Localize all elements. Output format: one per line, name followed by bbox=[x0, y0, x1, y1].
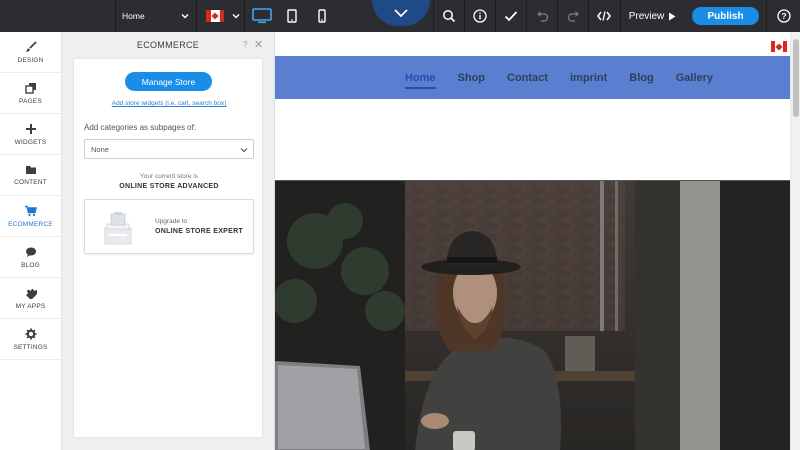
nav-item-label: CONTENT bbox=[14, 179, 47, 186]
redo-button[interactable] bbox=[558, 0, 588, 32]
mobile-view-button[interactable] bbox=[308, 0, 336, 32]
svg-text:?: ? bbox=[781, 11, 786, 21]
toolbar-logo-area bbox=[0, 0, 116, 32]
nav-item-content[interactable]: CONTENT bbox=[0, 155, 61, 196]
help-button[interactable]: ? bbox=[766, 0, 800, 32]
play-icon bbox=[669, 12, 676, 20]
nav-item-settings[interactable]: SETTINGS bbox=[0, 319, 61, 360]
collapse-toolbar-button[interactable] bbox=[372, 0, 430, 26]
page-selector-label: Home bbox=[122, 11, 145, 21]
top-toolbar: Home Preview Publish ? bbox=[0, 0, 800, 32]
nav-item-label: ECOMMERCE bbox=[8, 220, 53, 228]
info-button[interactable] bbox=[465, 0, 495, 32]
nav-item-pages[interactable]: PAGES bbox=[0, 73, 61, 114]
site-nav-contact[interactable]: Contact bbox=[507, 72, 548, 84]
redo-icon bbox=[567, 11, 579, 22]
chat-icon bbox=[25, 247, 36, 257]
site-navigation: Home Shop Contact imprint Blog Gallery bbox=[275, 56, 791, 99]
desktop-icon bbox=[252, 8, 272, 24]
folder-icon bbox=[25, 166, 36, 174]
canada-flag-icon[interactable] bbox=[771, 41, 787, 52]
code-icon bbox=[597, 11, 611, 21]
canada-flag-icon bbox=[206, 10, 224, 22]
code-button[interactable] bbox=[589, 0, 619, 32]
language-selector[interactable] bbox=[197, 0, 245, 32]
preview-button[interactable]: Preview bbox=[620, 0, 684, 32]
manage-store-button[interactable]: Manage Store bbox=[125, 72, 212, 91]
site-preview: Home Shop Contact imprint Blog Gallery bbox=[274, 32, 800, 450]
nav-item-label: DESIGN bbox=[17, 56, 44, 64]
upgrade-store-card[interactable]: Upgrade to ONLINE STORE EXPERT bbox=[84, 199, 254, 254]
plus-icon bbox=[25, 123, 36, 134]
gear-icon bbox=[25, 328, 36, 339]
tablet-icon bbox=[287, 9, 297, 23]
preview-scrollbar[interactable] bbox=[790, 32, 800, 450]
cart-icon bbox=[25, 205, 37, 216]
chevron-down-icon bbox=[181, 14, 189, 19]
search-button[interactable] bbox=[434, 0, 464, 32]
save-check-button[interactable] bbox=[496, 0, 526, 32]
page-selector[interactable]: Home bbox=[116, 0, 197, 32]
hero-image bbox=[275, 180, 791, 450]
ecommerce-panel: ECOMMERCE ? ✕ Manage Store Add store wid… bbox=[62, 32, 274, 450]
check-icon bbox=[504, 11, 518, 22]
nav-item-design[interactable]: DESIGN bbox=[0, 32, 61, 73]
store-illustration-icon bbox=[104, 212, 132, 245]
categories-select[interactable]: None bbox=[84, 139, 254, 159]
nav-item-label: BLOG bbox=[21, 261, 40, 269]
mobile-icon bbox=[318, 9, 326, 23]
preview-label: Preview bbox=[628, 10, 665, 22]
puzzle-icon bbox=[25, 288, 37, 299]
add-store-widgets-link[interactable]: Add store widgets (i.e. cart, search box… bbox=[74, 100, 264, 107]
panel-card: Manage Store Add store widgets (i.e. car… bbox=[73, 58, 263, 438]
upgrade-label: Upgrade to bbox=[155, 218, 188, 225]
left-navigation: DESIGN PAGES WIDGETS CONTENT ECOMMERCE B… bbox=[0, 32, 62, 450]
desktop-view-button[interactable] bbox=[246, 0, 278, 32]
info-icon bbox=[473, 9, 487, 23]
chevron-down-icon bbox=[394, 9, 408, 18]
nav-item-my-apps[interactable]: MY APPS bbox=[0, 278, 61, 319]
site-nav-gallery[interactable]: Gallery bbox=[676, 72, 713, 84]
site-nav-imprint[interactable]: imprint bbox=[570, 72, 607, 84]
current-store-value: ONLINE STORE ADVANCED bbox=[119, 183, 219, 190]
hero-photo-illustration bbox=[275, 181, 791, 450]
add-categories-label: Add categories as subpages of: bbox=[84, 123, 197, 132]
site-nav-blog[interactable]: Blog bbox=[629, 72, 653, 84]
site-nav-shop[interactable]: Shop bbox=[458, 72, 486, 84]
site-nav-home[interactable]: Home bbox=[404, 72, 436, 89]
brush-icon bbox=[25, 40, 37, 52]
nav-item-blog[interactable]: BLOG bbox=[0, 237, 61, 278]
editor-root: Home Preview Publish ? DESIGN PAGES WIDG… bbox=[0, 0, 800, 450]
nav-item-label: WIDGETS bbox=[14, 138, 47, 146]
chevron-down-icon bbox=[232, 14, 240, 19]
nav-item-label: MY APPS bbox=[15, 302, 46, 310]
tablet-view-button[interactable] bbox=[278, 0, 306, 32]
nav-item-label: PAGES bbox=[19, 97, 42, 105]
scrollbar-thumb[interactable] bbox=[793, 39, 799, 117]
panel-help-icon[interactable]: ? bbox=[243, 40, 247, 49]
nav-item-ecommerce[interactable]: ECOMMERCE bbox=[0, 196, 61, 237]
nav-item-widgets[interactable]: WIDGETS bbox=[0, 114, 61, 155]
chevron-down-icon bbox=[240, 148, 248, 153]
pages-icon bbox=[24, 82, 36, 94]
current-store-label: Your current store is bbox=[140, 173, 198, 180]
publish-button[interactable]: Publish bbox=[692, 7, 759, 25]
search-icon bbox=[443, 10, 456, 23]
upgrade-plan-value: ONLINE STORE EXPERT bbox=[155, 228, 244, 235]
close-icon[interactable]: ✕ bbox=[254, 38, 263, 51]
undo-button[interactable] bbox=[527, 0, 557, 32]
undo-icon bbox=[536, 11, 548, 22]
help-icon: ? bbox=[776, 9, 791, 23]
categories-select-value: None bbox=[91, 144, 109, 154]
nav-item-label: SETTINGS bbox=[13, 343, 48, 351]
